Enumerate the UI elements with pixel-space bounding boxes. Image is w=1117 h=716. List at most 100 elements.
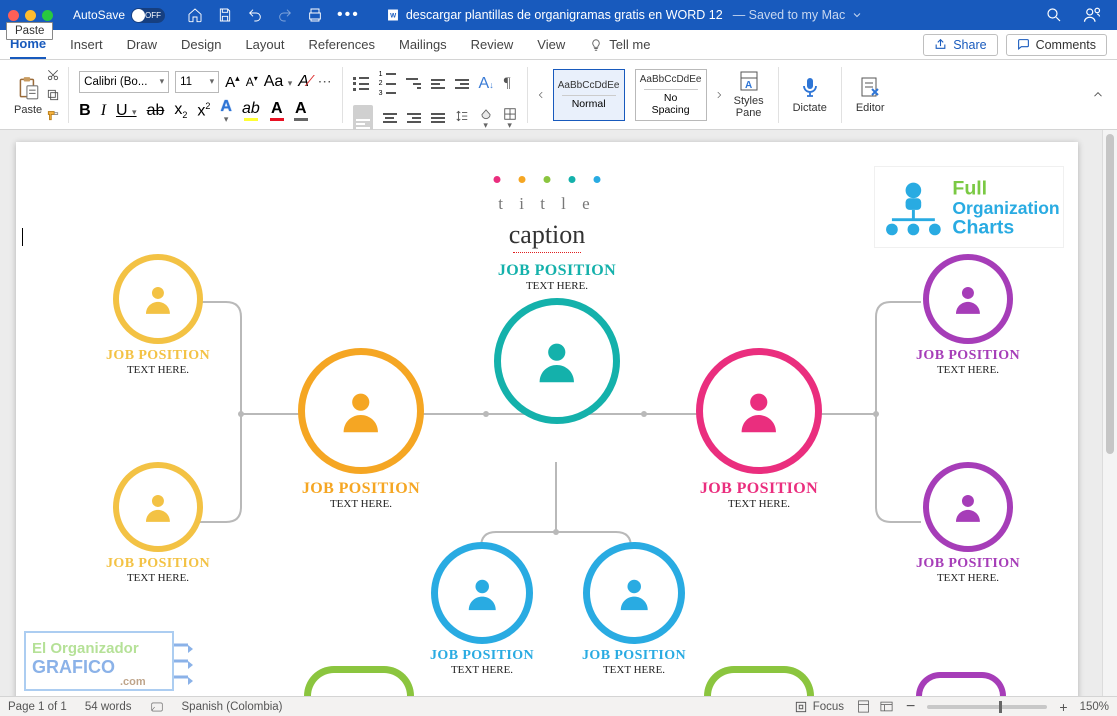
language-indicator[interactable]: Spanish (Colombia) xyxy=(182,701,283,713)
maximize-window-icon[interactable] xyxy=(42,10,53,21)
close-window-icon[interactable] xyxy=(8,10,19,21)
tab-mailings[interactable]: Mailings xyxy=(399,31,447,58)
style-normal[interactable]: AaBbCcDdEe Normal xyxy=(553,69,625,121)
org-node-mid-right[interactable]: JOB POSITION TEXT HERE. xyxy=(696,348,822,510)
text-effects-icon[interactable]: A▾ xyxy=(220,99,232,124)
align-center-button[interactable] xyxy=(383,113,397,123)
subscript-button[interactable]: x2 xyxy=(174,101,187,120)
grow-font-icon[interactable]: A▴ xyxy=(225,73,240,91)
document-page[interactable]: t i t l e caption Full Organization Char… xyxy=(16,142,1078,696)
zoom-slider[interactable] xyxy=(927,705,1047,709)
zoom-out-button[interactable]: − xyxy=(906,698,915,716)
autosave-toggle[interactable]: OFF xyxy=(131,8,165,23)
editor-button[interactable]: Editor xyxy=(850,75,891,114)
align-left-button[interactable] xyxy=(353,105,373,132)
tab-view[interactable]: View xyxy=(537,31,565,58)
focus-mode[interactable]: Focus xyxy=(794,700,844,714)
org-node-side-right-2[interactable]: JOB POSITION TEXT HERE. xyxy=(916,462,1020,584)
multilevel-list-icon[interactable] xyxy=(406,78,421,89)
clear-formatting-icon[interactable]: A⁄ xyxy=(298,73,311,91)
window-controls[interactable] xyxy=(8,10,53,21)
font-color-icon[interactable]: A xyxy=(270,101,284,121)
cut-icon[interactable] xyxy=(46,68,60,82)
decrease-indent-icon[interactable] xyxy=(431,79,445,89)
align-right-button[interactable] xyxy=(407,113,421,123)
page-indicator[interactable]: Page 1 of 1 xyxy=(8,701,67,713)
document-name: descargar plantillas de organigramas gra… xyxy=(406,8,723,22)
style-nospacing-label: No Spacing xyxy=(644,89,698,116)
vertical-scrollbar[interactable] xyxy=(1102,130,1117,696)
tab-review[interactable]: Review xyxy=(471,31,514,58)
comments-button[interactable]: Comments xyxy=(1006,34,1107,56)
shading-icon[interactable]: ▾ xyxy=(479,107,493,130)
account-icon[interactable] xyxy=(1083,6,1101,24)
chevron-down-icon[interactable] xyxy=(851,9,863,21)
copy-icon[interactable] xyxy=(46,88,60,102)
org-node-top-center[interactable]: JOB POSITION TEXT HERE. xyxy=(494,262,620,424)
sort-icon[interactable]: A↓ xyxy=(479,75,494,93)
org-node-mid-left[interactable]: JOB POSITION TEXT HERE. xyxy=(298,348,424,510)
home-icon[interactable] xyxy=(187,7,203,23)
font-family-select[interactable]: Calibri (Bo...▾ xyxy=(79,71,169,93)
org-node-side-right-1[interactable]: JOB POSITION TEXT HERE. xyxy=(916,254,1020,376)
print-layout-icon[interactable] xyxy=(856,699,871,714)
numbering-icon[interactable]: 123 xyxy=(379,71,396,97)
word-count[interactable]: 54 words xyxy=(85,701,132,713)
bullets-icon[interactable] xyxy=(353,77,369,91)
highlight-color-icon[interactable]: ab xyxy=(242,101,260,121)
dictate-label: Dictate xyxy=(793,102,827,114)
redo-icon[interactable] xyxy=(277,7,293,23)
org-node-child-right[interactable]: JOB POSITION TEXT HERE. xyxy=(582,542,686,676)
change-case-icon[interactable]: Aa ▾ xyxy=(264,73,293,91)
tab-draw[interactable]: Draw xyxy=(127,31,157,58)
share-button[interactable]: Share xyxy=(923,34,997,56)
org-node-side-left-2[interactable]: JOB POSITION TEXT HERE. xyxy=(106,462,210,584)
paste-button[interactable]: Paste xyxy=(14,74,42,116)
collapse-ribbon-icon[interactable] xyxy=(1091,88,1105,102)
search-icon[interactable] xyxy=(1045,6,1063,24)
org-node-side-left-1[interactable]: JOB POSITION TEXT HERE. xyxy=(106,254,210,376)
org-node-child-left[interactable]: JOB POSITION TEXT HERE. xyxy=(430,542,534,676)
color-dots xyxy=(494,176,601,183)
autosave-control[interactable]: AutoSave OFF xyxy=(73,8,165,23)
document-scroll-area[interactable]: t i t l e caption Full Organization Char… xyxy=(0,130,1102,696)
shrink-font-icon[interactable]: A▾ xyxy=(246,74,258,89)
minimize-window-icon[interactable] xyxy=(25,10,36,21)
strikethrough-button[interactable]: ab xyxy=(147,102,165,120)
style-no-spacing[interactable]: AaBbCcDdEe No Spacing xyxy=(635,69,707,121)
tab-insert[interactable]: Insert xyxy=(70,31,103,58)
spellcheck-icon[interactable] xyxy=(150,700,164,714)
superscript-button[interactable]: x2 xyxy=(197,101,210,120)
print-icon[interactable] xyxy=(307,7,323,23)
tell-me-search[interactable]: Tell me xyxy=(589,37,650,52)
share-label: Share xyxy=(953,38,986,52)
tab-layout[interactable]: Layout xyxy=(245,31,284,58)
bold-button[interactable]: B xyxy=(79,102,91,120)
font-more-icon[interactable]: ⋯ xyxy=(318,73,332,90)
document-title[interactable]: W descargar plantillas de organigramas g… xyxy=(386,7,863,23)
italic-button[interactable]: I xyxy=(101,102,106,120)
increase-indent-icon[interactable] xyxy=(455,79,469,89)
zoom-in-button[interactable]: + xyxy=(1059,699,1067,715)
underline-button[interactable]: U ▾ xyxy=(116,102,137,120)
undo-icon[interactable] xyxy=(247,7,263,23)
font-size-select[interactable]: 11▾ xyxy=(175,71,219,93)
borders-icon[interactable]: ▾ xyxy=(503,107,517,130)
styles-pane-button[interactable]: A Styles Pane xyxy=(728,69,770,119)
styles-prev-icon[interactable] xyxy=(536,88,546,102)
tab-design[interactable]: Design xyxy=(181,31,221,58)
dictate-button[interactable]: Dictate xyxy=(787,75,833,114)
styles-next-icon[interactable] xyxy=(714,88,724,102)
line-spacing-icon[interactable] xyxy=(455,109,469,128)
save-icon[interactable] xyxy=(217,7,233,23)
brand-line1: Full xyxy=(952,177,987,199)
zoom-value[interactable]: 150% xyxy=(1080,701,1109,713)
justify-button[interactable] xyxy=(431,113,445,123)
tab-references[interactable]: References xyxy=(309,31,375,58)
web-layout-icon[interactable] xyxy=(879,699,894,714)
show-marks-icon[interactable]: ¶ xyxy=(504,75,511,92)
format-painter-icon[interactable] xyxy=(46,108,60,122)
more-commands-icon[interactable]: ••• xyxy=(337,6,360,24)
char-shading-icon[interactable]: A xyxy=(294,101,308,121)
scrollbar-thumb[interactable] xyxy=(1106,134,1114,454)
